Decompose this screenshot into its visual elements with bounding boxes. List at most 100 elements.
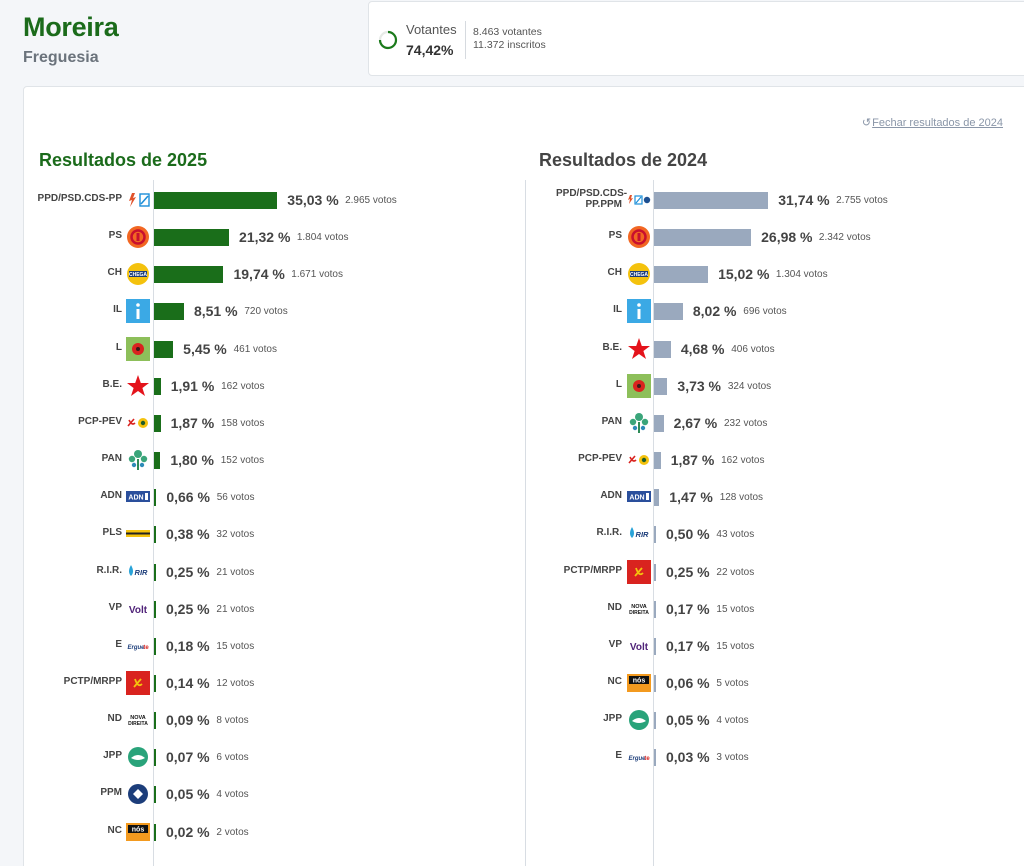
turnout-voters: 8.463 votantes	[473, 26, 542, 38]
turnout-card: Votantes 74,42% 8.463 votantes 11.372 in…	[368, 1, 1024, 76]
result-row-2024-ch: CH CHEGA 15,02 % 1.304 votos	[0, 261, 1024, 287]
rir-logo: RIR	[627, 522, 651, 546]
svg-text:nós: nós	[132, 826, 145, 833]
be-logo	[627, 337, 651, 361]
svg-text:ADN: ADN	[629, 495, 644, 502]
pctp-logo	[627, 559, 651, 584]
chart-title-2025: Resultados de 2025	[39, 150, 208, 170]
turnout-label: Votantes	[406, 22, 457, 37]
percent-label: 3,73 %	[677, 377, 722, 394]
ergue-te-logo: Ergue te	[627, 745, 651, 769]
votes-label: 15 votos	[716, 603, 755, 615]
votes-label: 162 votos	[721, 455, 765, 467]
result-row-2024-e: E Ergue te 0,03 % 3 votos	[0, 744, 1024, 770]
result-row-2024-il: IL 8,02 % 696 votos	[0, 298, 1024, 324]
result-row-2024-ps: PS 26,98 % 2.342 votos	[0, 224, 1024, 250]
party-label: CH	[607, 267, 622, 279]
party-label: E	[615, 750, 622, 762]
result-bar	[654, 266, 709, 284]
result-bar	[654, 637, 656, 655]
party-label: NC	[607, 675, 622, 687]
percent-label: 0,17 %	[666, 637, 710, 654]
percent-label: 31,74 %	[778, 192, 830, 208]
party-label: PAN	[601, 415, 622, 427]
votes-label: 2.342 votos	[818, 232, 871, 244]
votes-label: 324 votos	[727, 380, 772, 392]
result-bar	[654, 303, 683, 321]
votes-label: 15 votos	[716, 640, 755, 652]
votes-label: 22 votos	[716, 566, 755, 578]
result-bar	[654, 452, 661, 470]
ad-ppm-logo	[627, 188, 651, 212]
party-label: L	[615, 378, 622, 390]
close-2024-results-link[interactable]: ↺Fechar resultados de 2024	[862, 116, 1003, 129]
votes-label: 1.304 votos	[775, 269, 828, 281]
nos-cidadaos-logo: nós	[627, 671, 651, 695]
result-row-2024-vp: VP Volt 0,17 % 15 votos	[0, 633, 1024, 659]
svg-text:Volt: Volt	[630, 642, 649, 653]
party-label: PCP-PEV	[578, 453, 622, 465]
percent-label: 0,05 %	[666, 712, 710, 729]
result-row-2025-nc: NC nós 0,02 % 2 votos	[0, 819, 1024, 845]
pan-logo	[627, 411, 651, 435]
result-row-2024-l: L 3,73 % 324 votos	[0, 373, 1024, 399]
result-bar	[654, 377, 668, 395]
nova-direita-logo: NOVA DIREITA	[627, 597, 651, 621]
livre-logo	[627, 373, 651, 398]
votes-label: 5 votos	[716, 677, 749, 689]
page-subtitle: Freguesia	[23, 49, 99, 66]
nos-cidadaos-logo: nós	[126, 820, 150, 844]
percent-label: 8,02 %	[692, 303, 737, 320]
ppm-logo	[126, 782, 150, 806]
turnout-progress-ring	[378, 30, 398, 50]
jpp-logo	[627, 708, 651, 732]
adn-logo: ADN	[627, 485, 651, 509]
result-bar	[654, 340, 671, 358]
chega-logo: CHEGA	[627, 262, 651, 286]
percent-label: 4,68 %	[680, 340, 725, 357]
votes-label: 2 votos	[216, 826, 249, 838]
result-bar	[654, 192, 769, 209]
percent-label: 0,05 %	[166, 786, 210, 803]
turnout-registered: 11.372 inscritos	[473, 39, 546, 51]
party-label: JPP	[603, 713, 622, 725]
result-bar	[654, 600, 656, 618]
party-label: PPM	[100, 787, 122, 799]
percent-label: 15,02 %	[718, 266, 770, 283]
result-bar	[654, 712, 656, 730]
percent-label: 0,50 %	[666, 526, 710, 543]
result-row-2025-ppm: PPM 0,05 % 4 votos	[0, 781, 1024, 807]
votes-label: 2.755 votos	[836, 195, 888, 206]
party-label: R.I.R.	[596, 527, 622, 539]
cdu-logo	[627, 448, 651, 472]
party-label: ND	[607, 601, 622, 613]
party-label: IL	[613, 304, 622, 316]
result-bar	[654, 489, 660, 507]
svg-text:nós: nós	[633, 677, 646, 684]
percent-label: 1,47 %	[669, 489, 713, 506]
turnout-percent: 74,42%	[406, 42, 454, 58]
svg-text:RIR: RIR	[636, 530, 650, 539]
percent-label: 1,87 %	[670, 452, 715, 469]
page-title: Moreira	[23, 12, 119, 42]
votes-label: 4 votos	[216, 789, 249, 801]
votes-label: 43 votos	[716, 529, 755, 541]
il-logo	[627, 299, 651, 324]
result-row-2024-b-e: B.E. 4,68 % 406 votos	[0, 336, 1024, 362]
party-label: ADN	[600, 490, 622, 502]
percent-label: 0,03 %	[666, 749, 710, 766]
result-row-2024-ppd-psd-cds-pp-ppm: PPD/PSD.CDS-PP.PPM 31,74 % 2.755 votos	[0, 187, 1024, 213]
party-label: PPD/PSD.CDS-PP.PPM	[556, 188, 628, 210]
result-bar	[654, 229, 752, 247]
party-label: VP	[608, 638, 622, 650]
undo-icon: ↺	[861, 117, 872, 129]
result-bar	[654, 563, 656, 581]
votes-label: 128 votos	[719, 492, 764, 504]
votes-label: 3 votos	[716, 752, 749, 764]
party-label: B.E.	[602, 341, 622, 353]
result-bar	[654, 414, 664, 432]
result-bar	[654, 526, 656, 544]
percent-label: 26,98 %	[761, 229, 813, 246]
percent-label: 2,67 %	[673, 414, 718, 431]
result-row-2024-jpp: JPP 0,05 % 4 votos	[0, 707, 1024, 733]
